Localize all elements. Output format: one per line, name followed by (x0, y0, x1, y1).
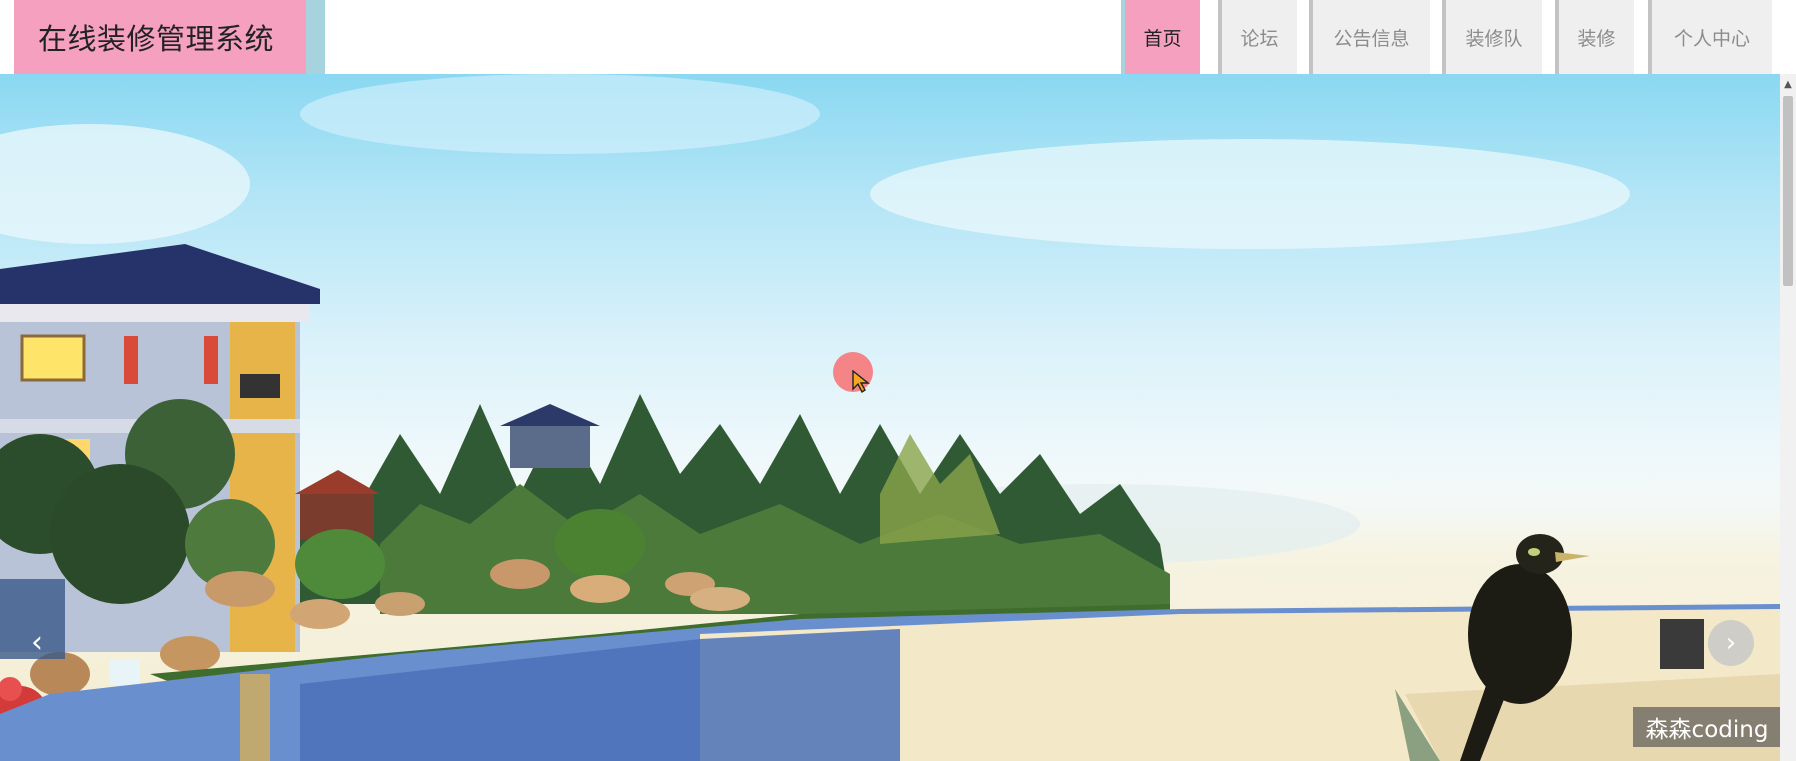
chevron-left-icon: ‹ (31, 624, 43, 660)
banner-image (0, 74, 1780, 761)
watermark: 森森coding (1633, 707, 1781, 747)
nav-item-announcements[interactable]: 公告信息 (1309, 0, 1430, 74)
nav-item-renovation[interactable]: 装修 (1555, 0, 1634, 74)
scroll-up-icon[interactable]: ▲ (1780, 78, 1796, 90)
brand-accent-strip (306, 0, 325, 74)
nav-item-home[interactable]: 首页 (1121, 0, 1200, 74)
site-title[interactable]: 在线装修管理系统 (14, 0, 306, 74)
nav-item-personal-center[interactable]: 个人中心 (1648, 0, 1772, 74)
nav-item-forum[interactable]: 论坛 (1218, 0, 1297, 74)
scrollbar-thumb[interactable] (1783, 96, 1793, 286)
chevron-right-icon: › (1725, 628, 1737, 658)
top-navigation-bar: 在线装修管理系统 首页 论坛 公告信息 装修队 装修 个人中心 (0, 0, 1796, 74)
mouse-cursor-icon (852, 370, 870, 394)
nav-item-renovation-teams[interactable]: 装修队 (1442, 0, 1542, 74)
banner-carousel[interactable]: ‹ › (0, 74, 1780, 761)
page-scrollbar[interactable]: ▲ (1780, 74, 1796, 761)
carousel-prev-button[interactable]: ‹ (22, 622, 52, 662)
carousel-next-button[interactable]: › (1708, 620, 1754, 666)
page: 在线装修管理系统 首页 论坛 公告信息 装修队 装修 个人中心 ‹ › 森森co… (0, 0, 1796, 761)
